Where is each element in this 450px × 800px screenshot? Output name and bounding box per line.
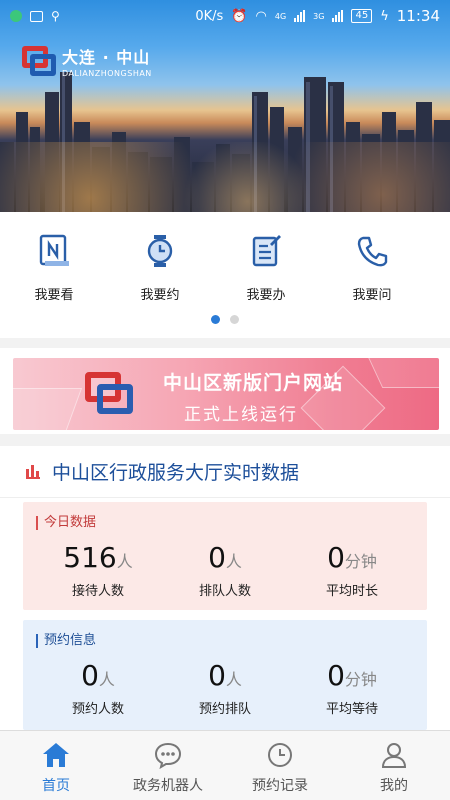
stat-unit: 分钟 — [344, 670, 377, 689]
network-type-b: 3G — [313, 11, 325, 21]
promo-banner[interactable]: 中山区新版门户网站 正式上线运行 — [13, 358, 439, 430]
stat-label: 平均等待 — [325, 702, 378, 717]
stat-avg-duration: 0分钟 平均时长 — [285, 540, 419, 599]
portal-logo-icon — [85, 372, 133, 414]
edit-document-icon — [252, 235, 281, 267]
app-screen: ⚲ 0K/s ⏰ ◠ 4G 3G 45 ϟ 11:34 大连 · 中山 DALI… — [0, 0, 450, 800]
nav-robot[interactable]: 政务机器人 — [112, 741, 224, 795]
nav-appointments[interactable]: 预约记录 — [224, 741, 336, 795]
stat-avg-wait: 0分钟 平均等待 — [285, 658, 419, 717]
stat-label: 排队人数 — [198, 584, 251, 599]
clock-icon — [268, 743, 292, 767]
stat-label: 预约排队 — [198, 702, 251, 717]
hero-banner: ⚲ 0K/s ⏰ ◠ 4G 3G 45 ϟ 11:34 大连 · 中山 DALI… — [0, 0, 450, 212]
alarm-icon: ⏰ — [231, 8, 248, 24]
stat-value: 516 — [63, 541, 117, 574]
clock-icon — [147, 235, 173, 267]
network-type-a: 4G — [274, 11, 287, 21]
quick-item-label: 我要办 — [246, 288, 286, 303]
banner-subtitle: 正式上线运行 — [184, 405, 298, 425]
banner-title: 中山区新版门户网站 — [163, 372, 344, 394]
charging-icon: ϟ — [380, 8, 389, 24]
stat-value: 0 — [208, 659, 226, 692]
page-dot[interactable] — [230, 315, 239, 324]
stat-value: 0 — [208, 541, 226, 574]
bottom-nav: 首页 政务机器人 预约记录 我的 — [0, 730, 450, 800]
signal-icon — [294, 10, 306, 22]
quick-item-label: 我要约 — [140, 288, 180, 303]
quick-item-label: 我要看 — [34, 288, 74, 303]
stat-unit: 人 — [116, 552, 133, 571]
quick-item-view[interactable]: 我要看 — [14, 234, 94, 303]
bar-chart-icon — [26, 464, 40, 479]
quick-item-handle[interactable]: 我要办 — [226, 234, 306, 303]
quick-menu: 我要看 我要约 我要办 我要问 — [0, 212, 450, 338]
image-notification-icon — [30, 10, 43, 22]
nav-label: 我的 — [380, 778, 408, 794]
status-bar: ⚲ 0K/s ⏰ ◠ 4G 3G 45 ϟ 11:34 — [0, 0, 450, 32]
appointment-card: 预约信息 0人 预约人数 0人 预约排队 0分钟 平均等待 — [23, 620, 427, 730]
stat-queue: 0人 排队人数 — [158, 540, 292, 599]
page-indicator — [0, 315, 450, 324]
app-notification-icon — [10, 10, 22, 22]
battery-icon: 45 — [351, 9, 373, 23]
usb-icon: ⚲ — [51, 9, 60, 23]
nav-home[interactable]: 首页 — [0, 741, 112, 795]
signal-icon — [332, 10, 344, 22]
stat-unit: 分钟 — [344, 552, 377, 571]
stat-received: 516人 接待人数 — [31, 540, 165, 599]
quick-item-appoint[interactable]: 我要约 — [120, 234, 200, 303]
quick-item-ask[interactable]: 我要问 — [332, 234, 412, 303]
stat-label: 平均时长 — [325, 584, 378, 599]
nav-profile[interactable]: 我的 — [338, 741, 450, 795]
stat-label: 预约人数 — [71, 702, 124, 717]
realtime-data-section: 中山区行政服务大厅实时数据 今日数据 516人 接待人数 0人 排队人数 0分钟… — [0, 446, 450, 730]
stat-unit: 人 — [98, 670, 115, 689]
stat-value: 0 — [81, 659, 99, 692]
section-header: 中山区行政服务大厅实时数据 — [0, 446, 450, 498]
nav-label: 政务机器人 — [133, 778, 203, 794]
stat-value: 0 — [327, 541, 345, 574]
stat-unit: 人 — [225, 670, 242, 689]
clock-time: 11:34 — [396, 7, 440, 25]
city-lights-glow — [0, 142, 450, 212]
today-data-card: 今日数据 516人 接待人数 0人 排队人数 0分钟 平均时长 — [23, 502, 427, 610]
user-icon — [381, 743, 407, 768]
page-dot-active[interactable] — [211, 315, 220, 324]
home-icon — [43, 743, 69, 767]
brand-logo: 大连 · 中山 DALIANZHONGSHAN — [22, 44, 152, 78]
chat-bubble-icon — [154, 742, 182, 769]
stat-appointment-queue: 0人 预约排队 — [158, 658, 292, 717]
promo-banner-container: 中山区新版门户网站 正式上线运行 — [0, 348, 450, 434]
nav-label: 预约记录 — [252, 778, 308, 794]
logo-subtitle: DALIANZHONGSHAN — [62, 69, 152, 78]
stat-label: 接待人数 — [71, 584, 124, 599]
stat-unit: 人 — [225, 552, 242, 571]
network-speed: 0K/s — [195, 8, 224, 24]
card-tag: 预约信息 — [36, 634, 96, 648]
logo-icon — [22, 46, 56, 76]
wifi-icon: ◠ — [255, 8, 267, 24]
stat-appointments: 0人 预约人数 — [31, 658, 165, 717]
card-tag: 今日数据 — [36, 516, 96, 530]
quick-item-label: 我要问 — [352, 288, 392, 303]
section-title: 中山区行政服务大厅实时数据 — [52, 462, 300, 484]
phone-icon — [357, 236, 388, 267]
stat-value: 0 — [327, 659, 345, 692]
nav-label: 首页 — [42, 778, 70, 794]
document-n-icon — [39, 234, 69, 266]
logo-title: 大连 · 中山 — [62, 48, 151, 67]
